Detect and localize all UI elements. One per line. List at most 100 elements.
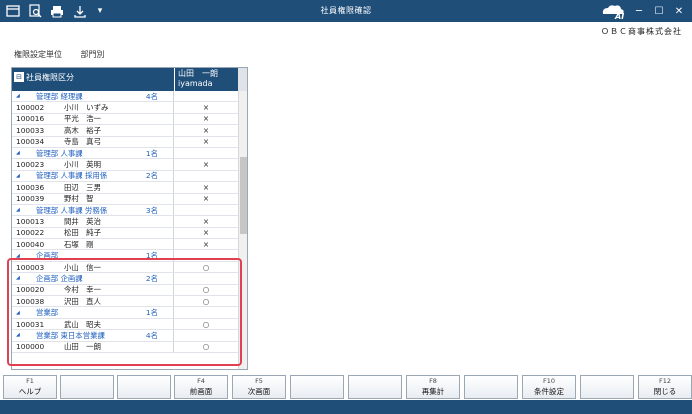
permission-mark: × — [202, 103, 210, 113]
employee-code: 100013 — [16, 216, 45, 226]
expand-caret-icon[interactable]: ◢ — [12, 173, 22, 179]
group-row[interactable]: ◢ 管理部 人事課 労務係 3名 — [12, 204, 238, 217]
employee-name: 寺島 真弓 — [64, 137, 101, 147]
fkey-number — [61, 377, 113, 386]
svg-text:AI: AI — [614, 12, 624, 20]
permission-cell[interactable]: × — [174, 102, 238, 112]
fkey-f4-button[interactable]: F4 前画面 — [174, 375, 228, 399]
employee-code: 100002 — [16, 103, 45, 113]
status-bar — [0, 400, 692, 414]
scrollbar-corner — [238, 68, 247, 91]
fkey-empty-button[interactable] — [117, 375, 171, 399]
permission-cell[interactable]: × — [174, 159, 238, 169]
fkey-label: 再集計 — [421, 387, 445, 396]
minimize-button[interactable]: ─ — [628, 3, 650, 19]
permission-cell[interactable]: × — [174, 125, 238, 135]
employee-name: 田辺 三男 — [64, 182, 101, 192]
employee-code: 100033 — [16, 125, 45, 135]
row-label-cell: 100040 石塚 剛 — [12, 239, 174, 250]
employee-row[interactable]: 100036 田辺 三男 × — [12, 182, 238, 194]
employee-row[interactable]: 100023 小川 英明 × — [12, 159, 238, 171]
group-name: 管理部 経理課 — [36, 91, 83, 101]
fkey-f12-button[interactable]: F12 閉じる — [638, 375, 692, 399]
permission-mark: × — [202, 182, 210, 192]
expand-caret-icon[interactable]: ◢ — [12, 150, 22, 156]
employee-name: 高木 裕子 — [64, 125, 101, 135]
employee-name: 野村 智 — [64, 194, 94, 204]
employee-row[interactable]: 100022 松田 純子 × — [12, 227, 238, 240]
permission-cell[interactable]: × — [174, 182, 238, 192]
highlight-frame — [7, 258, 242, 366]
group-row[interactable]: ◢ 管理部 経理課 4名 — [12, 91, 238, 103]
employee-code: 100034 — [16, 137, 45, 147]
group-count: 4名 — [145, 91, 158, 101]
row-label-cell: ◢ 管理部 人事課 労務係 3名 — [12, 204, 174, 216]
fkey-number: F8 — [429, 377, 437, 385]
fkey-empty-button[interactable] — [290, 375, 344, 399]
group-count: 1名 — [145, 148, 158, 158]
permission-cell[interactable]: × — [174, 194, 238, 204]
row-label-cell: ◢ 管理部 経理課 4名 — [12, 91, 174, 102]
permission-cell[interactable] — [174, 148, 238, 158]
row-label-cell: 100013 間井 英治 — [12, 216, 174, 227]
permission-unit-label: 権限設定単位 — [14, 50, 62, 59]
collapse-all-icon[interactable]: ⊟ — [14, 72, 24, 82]
employee-name: 小川 英明 — [64, 160, 101, 170]
ai-logo-icon: AI — [600, 2, 628, 21]
window-title: 社員権限確認 — [320, 6, 372, 15]
permission-mark: × — [202, 216, 210, 226]
fkey-number: F4 — [197, 377, 205, 385]
permission-cell[interactable]: × — [174, 216, 238, 226]
employee-row[interactable]: 100013 間井 英治 × — [12, 216, 238, 228]
fkey-empty-button[interactable] — [464, 375, 518, 399]
fkey-f5-button[interactable]: F5 次画面 — [232, 375, 286, 399]
fkey-label: 前画面 — [189, 387, 213, 396]
fkey-number — [291, 377, 343, 386]
row-label-cell: 100016 平光 浩一 — [12, 113, 174, 125]
fkey-f10-button[interactable]: F10 条件設定 — [522, 375, 576, 399]
employee-row[interactable]: 100016 平光 浩一 × — [12, 113, 238, 126]
fkey-number — [465, 377, 517, 386]
permission-unit-value: 部門別 — [80, 50, 105, 59]
row-label-cell: 100023 小川 英明 — [12, 159, 174, 170]
employee-name: 石塚 剛 — [64, 239, 94, 249]
fkey-empty-button[interactable] — [580, 375, 634, 399]
grid-header-category[interactable]: ⊟ 社員権限区分 — [12, 68, 174, 91]
permission-cell[interactable]: × — [174, 228, 238, 238]
fkey-empty-button[interactable] — [348, 375, 402, 399]
permission-cell[interactable] — [174, 205, 238, 215]
employee-row[interactable]: 100034 寺島 真弓 × — [12, 136, 238, 148]
company-name: ＯＢＣ商事株式会社 — [601, 27, 682, 36]
grid-header-user: 山田 一朗 iyamada — [175, 68, 238, 91]
fkey-f1-button[interactable]: F1 ヘルプ — [3, 375, 57, 399]
expand-caret-icon[interactable]: ◢ — [12, 93, 22, 99]
row-label-cell: 100039 野村 智 — [12, 193, 174, 204]
permission-unit-row: 権限設定単位 部門別 — [14, 49, 121, 60]
permission-cell[interactable]: × — [174, 239, 238, 249]
permission-mark: × — [202, 194, 210, 204]
group-row[interactable]: ◢ 管理部 人事課 採用係 2名 — [12, 170, 238, 183]
employee-code: 100023 — [16, 160, 45, 170]
expand-caret-icon[interactable]: ◢ — [12, 207, 22, 213]
permission-cell[interactable]: × — [174, 114, 238, 124]
maximize-button[interactable]: ☐ — [648, 3, 670, 19]
employee-row[interactable]: 100033 高木 裕子 × — [12, 125, 238, 137]
scrollbar-thumb[interactable] — [240, 157, 247, 234]
permission-cell[interactable] — [174, 171, 238, 181]
fkey-number: F1 — [26, 377, 34, 385]
row-label-cell: ◢ 管理部 人事課 1名 — [12, 147, 174, 159]
permission-cell[interactable] — [174, 91, 238, 101]
permission-mark: × — [202, 228, 210, 238]
row-label-cell: 100036 田辺 三男 — [12, 182, 174, 193]
header-user-name: 山田 一朗 — [178, 69, 218, 78]
employee-row[interactable]: 100002 小川 いずみ × — [12, 102, 238, 114]
group-row[interactable]: ◢ 管理部 人事課 1名 — [12, 147, 238, 160]
fkey-empty-button[interactable] — [60, 375, 114, 399]
group-name: 管理部 人事課 労務係 — [36, 205, 108, 215]
employee-row[interactable]: 100040 石塚 剛 × — [12, 239, 238, 251]
close-button[interactable]: ✕ — [668, 3, 690, 19]
fkey-f8-button[interactable]: F8 再集計 — [406, 375, 460, 399]
employee-row[interactable]: 100039 野村 智 × — [12, 193, 238, 205]
permission-cell[interactable]: × — [174, 137, 238, 147]
title-bar: ▾ 社員権限確認 AI ─ ☐ ✕ — [0, 0, 692, 22]
